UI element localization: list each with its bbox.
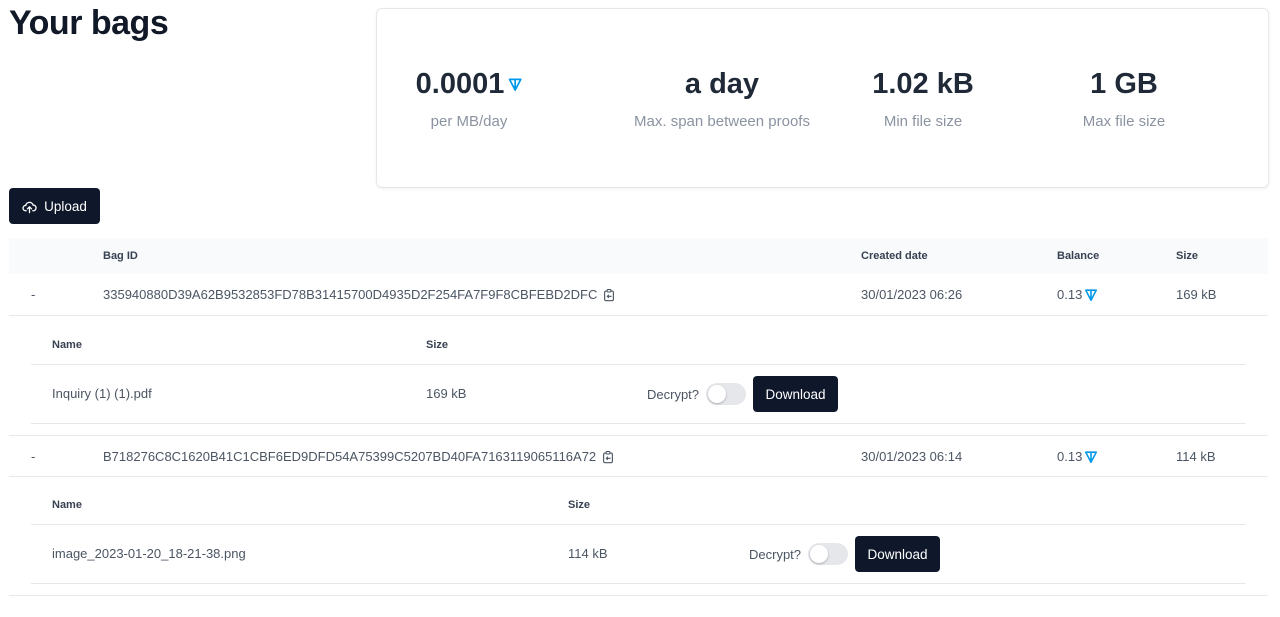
copy-icon[interactable] bbox=[601, 450, 615, 464]
ton-icon bbox=[1084, 450, 1098, 464]
decrypt-label: Decrypt? bbox=[647, 386, 700, 402]
header-created-date: Created date bbox=[861, 250, 928, 262]
files-header-size: Size bbox=[568, 499, 591, 511]
file-row: Inquiry (1) (1).pdf 169 kB Decrypt? Down… bbox=[31, 365, 1246, 424]
header-balance: Balance bbox=[1057, 250, 1100, 262]
stat-max-size-value: 1 GB bbox=[1090, 68, 1158, 100]
header-size: Size bbox=[1176, 250, 1199, 262]
files-header-name: Name bbox=[52, 339, 82, 351]
upload-button-label: Upload bbox=[44, 198, 87, 214]
bag-id: 335940880D39A62B9532853FD78B31415700D493… bbox=[103, 287, 598, 302]
bag-row[interactable]: - B718276C8C1620B41C1CBF6ED9DFD54A75399C… bbox=[9, 435, 1268, 477]
stat-price-value: 0.0001 bbox=[415, 68, 505, 100]
collapse-toggle[interactable]: - bbox=[31, 449, 35, 464]
decrypt-toggle[interactable] bbox=[706, 383, 747, 405]
toggle-knob bbox=[810, 545, 829, 563]
bag-balance: 0.13 bbox=[1057, 287, 1083, 302]
bags-table-header: Bag ID Created date Balance Size bbox=[9, 238, 1268, 274]
cloud-upload-icon bbox=[22, 201, 37, 213]
storage-stats-card: 0.0001 per MB/day a day Max. span betwee… bbox=[376, 8, 1269, 188]
stat-max-size-label: Max file size bbox=[1082, 113, 1166, 130]
bag-size: 169 kB bbox=[1176, 287, 1217, 302]
collapse-toggle[interactable]: - bbox=[31, 287, 35, 302]
bag-id: B718276C8C1620B41C1CBF6ED9DFD54A75399C52… bbox=[103, 449, 597, 464]
stat-min-size: 1.02 kB Min file size bbox=[872, 65, 974, 130]
download-button[interactable]: Download bbox=[753, 376, 839, 412]
stat-proof-span: a day Max. span between proofs bbox=[634, 65, 810, 130]
decrypt-toggle[interactable] bbox=[808, 543, 849, 565]
file-row: image_2023-01-20_18-21-38.png 114 kB Dec… bbox=[31, 525, 1246, 584]
stat-max-size: 1 GB Max file size bbox=[1083, 65, 1166, 130]
bag-row[interactable]: - 335940880D39A62B9532853FD78B31415700D4… bbox=[9, 274, 1268, 316]
decrypt-control: Decrypt? Download bbox=[647, 376, 839, 412]
stat-price: 0.0001 per MB/day bbox=[416, 65, 523, 130]
bag-size: 114 kB bbox=[1176, 449, 1216, 464]
ton-icon bbox=[1084, 288, 1098, 302]
ton-icon bbox=[507, 77, 522, 92]
bag-created-date: 30/01/2023 06:14 bbox=[861, 449, 963, 464]
file-size: 114 kB bbox=[568, 546, 608, 561]
stat-price-label: per MB/day bbox=[430, 113, 508, 130]
bag-balance: 0.13 bbox=[1057, 449, 1083, 464]
decrypt-control: Decrypt? Download bbox=[749, 536, 941, 572]
download-button[interactable]: Download bbox=[855, 536, 941, 572]
bag-created-date: 30/01/2023 06:26 bbox=[861, 287, 963, 302]
files-table-header: Name Size bbox=[31, 477, 1246, 525]
file-size: 169 kB bbox=[426, 386, 467, 401]
file-name: image_2023-01-20_18-21-38.png bbox=[52, 546, 246, 561]
files-header-size: Size bbox=[426, 339, 449, 351]
stat-proof-span-label: Max. span between proofs bbox=[634, 113, 810, 130]
decrypt-label: Decrypt? bbox=[749, 546, 802, 562]
header-bag-id: Bag ID bbox=[103, 250, 138, 262]
file-name: Inquiry (1) (1).pdf bbox=[52, 386, 152, 401]
files-table-header: Name Size bbox=[31, 317, 1246, 365]
table-bottom-divider bbox=[9, 595, 1268, 596]
page-title: Your bags bbox=[9, 4, 169, 42]
toggle-knob bbox=[708, 385, 727, 403]
files-header-name: Name bbox=[52, 499, 82, 511]
stat-min-size-label: Min file size bbox=[883, 113, 963, 130]
copy-icon[interactable] bbox=[602, 288, 616, 302]
upload-button[interactable]: Upload bbox=[9, 188, 100, 224]
stat-proof-span-value: a day bbox=[684, 68, 760, 100]
stat-min-size-value: 1.02 kB bbox=[872, 68, 974, 100]
